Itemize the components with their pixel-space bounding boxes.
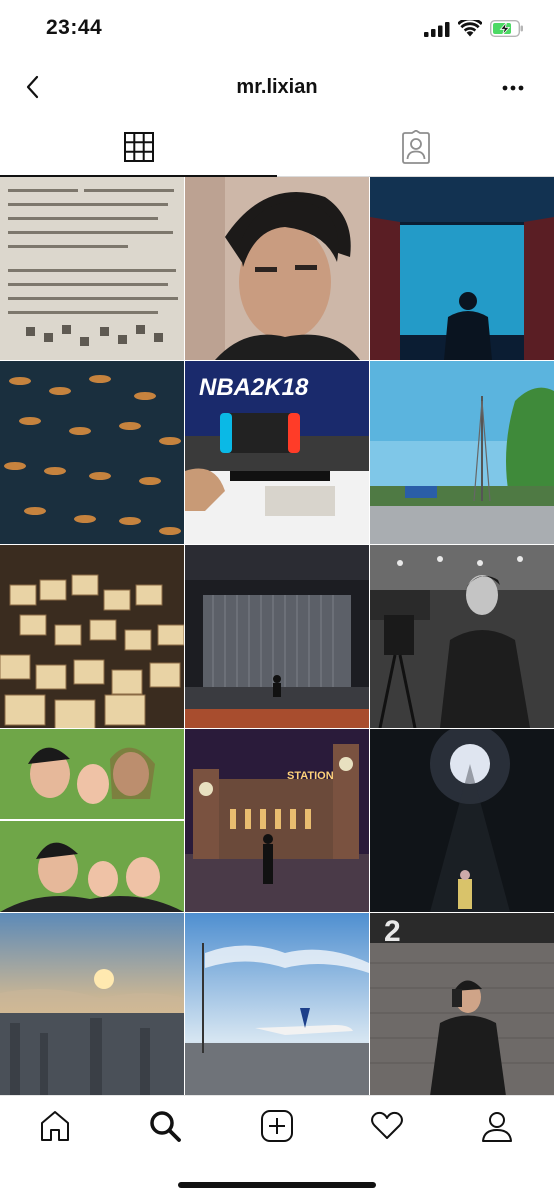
tab-grid[interactable] bbox=[0, 118, 277, 176]
tab-tagged[interactable] bbox=[277, 118, 554, 176]
photo-12[interactable] bbox=[370, 729, 554, 912]
status-bar: 23:44 bbox=[0, 0, 554, 60]
grid-icon bbox=[123, 132, 154, 162]
photo-overlay-text: STATION bbox=[287, 770, 334, 782]
photo-5[interactable]: NBA2K18 bbox=[185, 361, 369, 544]
nav-activity[interactable] bbox=[357, 1106, 417, 1146]
nav-home[interactable] bbox=[25, 1106, 85, 1146]
home-icon bbox=[41, 1111, 69, 1141]
nav-profile[interactable] bbox=[467, 1106, 527, 1146]
photo-8[interactable] bbox=[185, 545, 369, 728]
more-options-button[interactable] bbox=[498, 76, 528, 100]
photo-grid: NBA2K18 STATION 2 bbox=[0, 177, 554, 1096]
tagged-user-icon bbox=[401, 130, 430, 164]
nav-create[interactable] bbox=[247, 1106, 307, 1146]
photo-2[interactable] bbox=[185, 177, 369, 360]
profile-header: mr.lixian bbox=[0, 60, 554, 118]
photo-11[interactable]: STATION bbox=[185, 729, 369, 912]
search-icon bbox=[150, 1111, 181, 1142]
status-icons bbox=[424, 20, 524, 37]
photo-10[interactable] bbox=[0, 729, 184, 912]
photo-3[interactable] bbox=[370, 177, 554, 360]
cellular-signal-icon bbox=[424, 21, 450, 37]
battery-charging-icon bbox=[490, 20, 523, 37]
photo-1[interactable] bbox=[0, 177, 184, 360]
profile-tabs bbox=[0, 118, 554, 177]
username-title: mr.lixian bbox=[236, 76, 318, 98]
wifi-icon bbox=[458, 20, 482, 37]
photo-9[interactable] bbox=[370, 545, 554, 728]
heart-icon bbox=[371, 1111, 403, 1139]
nav-search[interactable] bbox=[135, 1106, 195, 1146]
photo-6[interactable] bbox=[370, 361, 554, 544]
profile-icon bbox=[482, 1112, 512, 1142]
photo-overlay-text: 2 bbox=[384, 915, 401, 948]
photo-7[interactable] bbox=[0, 545, 184, 728]
status-time: 23:44 bbox=[46, 16, 103, 39]
photo-overlay-text: NBA2K18 bbox=[199, 374, 309, 401]
more-horizontal-icon bbox=[502, 85, 524, 91]
add-post-icon bbox=[261, 1110, 293, 1142]
photo-15[interactable]: 2 bbox=[370, 913, 554, 1096]
photo-4[interactable] bbox=[0, 361, 184, 544]
photo-14[interactable] bbox=[185, 913, 369, 1096]
photo-13[interactable] bbox=[0, 913, 184, 1096]
home-indicator[interactable] bbox=[178, 1182, 376, 1188]
